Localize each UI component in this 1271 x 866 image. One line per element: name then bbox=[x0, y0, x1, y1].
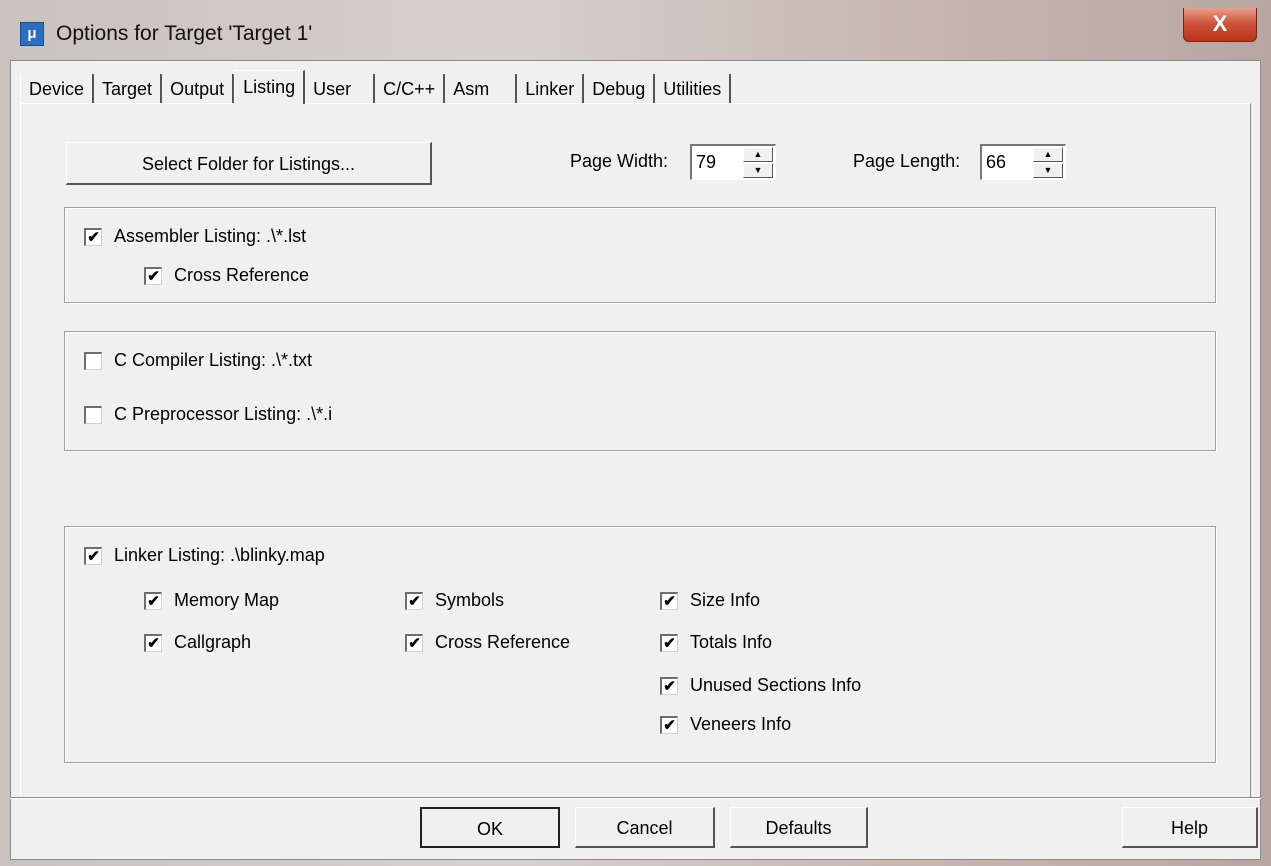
ok-button[interactable]: OK bbox=[420, 807, 560, 848]
linker-listing-checkbox[interactable]: ✔ Linker Listing: .\blinky.map bbox=[84, 545, 325, 566]
linker-cross-reference-checkbox[interactable]: ✔ Cross Reference bbox=[405, 632, 570, 653]
keil-uvision-icon: μ bbox=[20, 22, 44, 46]
totals-info-checkbox[interactable]: ✔ Totals Info bbox=[660, 632, 772, 653]
check-icon: ✔ bbox=[660, 633, 678, 652]
help-button[interactable]: Help bbox=[1122, 807, 1258, 848]
tab-target[interactable]: Target bbox=[94, 74, 163, 104]
options-dialog: μ Options for Target 'Target 1' X Device… bbox=[0, 0, 1271, 866]
c-preprocessor-listing-label: C Preprocessor Listing: .\*.i bbox=[114, 404, 333, 424]
linker-listing-label: Linker Listing: .\blinky.map bbox=[114, 545, 325, 565]
check-icon: ✔ bbox=[660, 676, 678, 695]
tab-device[interactable]: Device bbox=[20, 74, 95, 104]
unused-sections-info-checkbox[interactable]: ✔ Unused Sections Info bbox=[660, 675, 861, 696]
unused-sections-info-label: Unused Sections Info bbox=[690, 675, 862, 695]
page-width-spinner: ▲ ▼ bbox=[690, 144, 776, 180]
page-width-label: Page Width: bbox=[570, 151, 669, 171]
tab-c-cpp[interactable]: C/C++ bbox=[375, 74, 446, 104]
c-compiler-listing-checkbox[interactable]: C Compiler Listing: .\*.txt bbox=[84, 350, 312, 371]
totals-info-label: Totals Info bbox=[690, 632, 773, 652]
checkbox-empty-icon bbox=[84, 351, 102, 370]
check-icon: ✔ bbox=[144, 266, 162, 285]
page-width-down-icon[interactable]: ▼ bbox=[743, 163, 773, 178]
select-folder-button[interactable]: Select Folder for Listings... bbox=[66, 142, 432, 185]
c-preprocessor-listing-checkbox[interactable]: C Preprocessor Listing: .\*.i bbox=[84, 404, 332, 425]
defaults-button[interactable]: Defaults bbox=[730, 807, 868, 848]
check-icon: ✔ bbox=[405, 591, 423, 610]
check-icon: ✔ bbox=[405, 633, 423, 652]
veneers-info-label: Veneers Info bbox=[690, 714, 792, 734]
size-info-label: Size Info bbox=[690, 590, 761, 610]
close-button[interactable]: X bbox=[1183, 8, 1257, 42]
veneers-info-checkbox[interactable]: ✔ Veneers Info bbox=[660, 714, 791, 735]
page-length-down-icon[interactable]: ▼ bbox=[1033, 163, 1063, 178]
page-width-input[interactable] bbox=[694, 148, 734, 176]
window-title: Options for Target 'Target 1' bbox=[56, 22, 313, 45]
footer-separator bbox=[10, 797, 1261, 799]
page-length-input[interactable] bbox=[984, 148, 1024, 176]
page-length-up-icon[interactable]: ▲ bbox=[1033, 147, 1063, 162]
c-compiler-group bbox=[64, 331, 1216, 451]
tab-asm[interactable]: Asm bbox=[445, 74, 518, 104]
assembler-listing-label: Assembler Listing: .\*.lst bbox=[114, 226, 307, 246]
check-icon: ✔ bbox=[144, 633, 162, 652]
page-width-up-icon[interactable]: ▲ bbox=[743, 147, 773, 162]
linker-cross-reference-label: Cross Reference bbox=[435, 632, 571, 652]
page-length-spinner: ▲ ▼ bbox=[980, 144, 1066, 180]
cancel-button[interactable]: Cancel bbox=[575, 807, 715, 848]
tab-linker[interactable]: Linker bbox=[517, 74, 585, 104]
check-icon: ✔ bbox=[84, 227, 102, 246]
check-icon: ✔ bbox=[144, 591, 162, 610]
tab-listing[interactable]: Listing bbox=[234, 70, 306, 104]
symbols-checkbox[interactable]: ✔ Symbols bbox=[405, 590, 504, 611]
size-info-checkbox[interactable]: ✔ Size Info bbox=[660, 590, 760, 611]
checkbox-empty-icon bbox=[84, 405, 102, 424]
assembler-listing-checkbox[interactable]: ✔ Assembler Listing: .\*.lst bbox=[84, 226, 306, 247]
tab-output[interactable]: Output bbox=[162, 74, 235, 104]
symbols-label: Symbols bbox=[435, 590, 505, 610]
check-icon: ✔ bbox=[84, 546, 102, 565]
check-icon: ✔ bbox=[660, 591, 678, 610]
check-icon: ✔ bbox=[660, 715, 678, 734]
memory-map-label: Memory Map bbox=[174, 590, 280, 610]
assembler-cross-reference-label: Cross Reference bbox=[174, 265, 310, 285]
tab-utilities[interactable]: Utilities bbox=[655, 74, 732, 104]
callgraph-checkbox[interactable]: ✔ Callgraph bbox=[144, 632, 251, 653]
tab-debug[interactable]: Debug bbox=[584, 74, 656, 104]
c-compiler-listing-label: C Compiler Listing: .\*.txt bbox=[114, 350, 313, 370]
assembler-cross-reference-checkbox[interactable]: ✔ Cross Reference bbox=[144, 265, 309, 286]
tab-user[interactable]: User bbox=[305, 74, 376, 104]
memory-map-checkbox[interactable]: ✔ Memory Map bbox=[144, 590, 279, 611]
page-length-label: Page Length: bbox=[853, 151, 961, 171]
tab-strip: Device Target Output Listing User C/C++ … bbox=[20, 70, 732, 104]
assembler-group bbox=[64, 207, 1216, 303]
title-bar[interactable]: μ Options for Target 'Target 1' X bbox=[10, 8, 1271, 60]
callgraph-label: Callgraph bbox=[174, 632, 252, 652]
